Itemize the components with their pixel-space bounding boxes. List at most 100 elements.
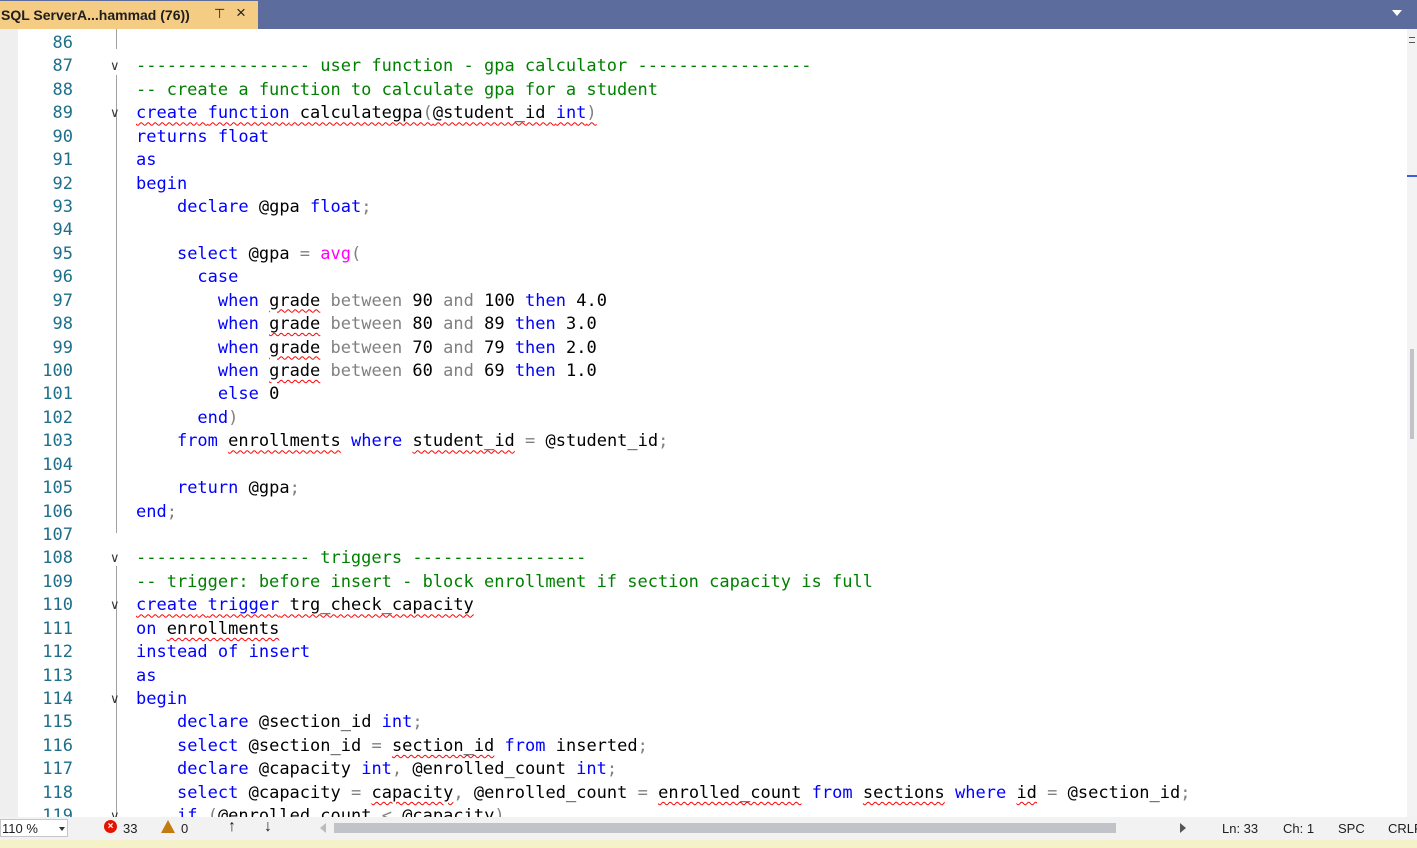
code-token: =: [1047, 782, 1058, 803]
warning-count[interactable]: 0: [181, 821, 188, 836]
pin-icon[interactable]: ⊤: [214, 6, 225, 22]
code-line[interactable]: 118 select @capacity = capacity, @enroll…: [0, 782, 1407, 805]
code-line[interactable]: 116 select @section_id = section_id from…: [0, 735, 1407, 758]
code-line[interactable]: 93 declare @gpa float;: [0, 196, 1407, 219]
code-token: else: [217, 384, 259, 405]
code-line[interactable]: 109 -- trigger: before insert - block enr…: [0, 571, 1407, 594]
code-token: between: [330, 290, 403, 311]
code-line[interactable]: 98 when grade between 80 and 89 then 3.0: [0, 313, 1407, 336]
code-token: int: [361, 759, 392, 780]
code-line[interactable]: 92 begin: [0, 173, 1407, 196]
code-line[interactable]: 110 ∨ create trigger trg_check_capacity: [0, 594, 1407, 617]
scroll-thumb[interactable]: [1410, 349, 1414, 439]
code-text: select @capacity = capacity, @enrolled_c…: [136, 782, 1191, 805]
code-line[interactable]: 90 returns float: [0, 126, 1407, 149]
code-token: @student_id: [432, 103, 556, 124]
code-line[interactable]: 117 declare @capacity int, @enrolled_cou…: [0, 758, 1407, 781]
code-line[interactable]: 96 case: [0, 266, 1407, 289]
code-token: of: [217, 642, 239, 663]
code-line[interactable]: 111 on enrollments: [0, 618, 1407, 641]
code-line[interactable]: 99 when grade between 70 and 79 then 2.0: [0, 337, 1407, 360]
code-line[interactable]: 104: [0, 454, 1407, 477]
code-line[interactable]: 103 from enrollments where student_id = …: [0, 430, 1407, 453]
line-number: 98: [52, 314, 73, 335]
arrow-up-icon[interactable]: ↑: [228, 818, 236, 836]
code-line[interactable]: 115 declare @section_id int;: [0, 711, 1407, 734]
line-number: 94: [52, 220, 73, 241]
code-text: when grade between 90 and 100 then 4.0: [136, 290, 607, 313]
line-number: 104: [42, 454, 73, 475]
code-token: -- trigger: before insert - block enroll…: [136, 571, 873, 592]
fold-toggle-icon[interactable]: ∨: [110, 102, 122, 125]
code-text: declare @capacity int, @enrolled_count i…: [136, 758, 617, 781]
horizontal-scrollbar[interactable]: [320, 823, 1195, 833]
code-token: (: [207, 806, 218, 817]
code-token: when: [217, 314, 259, 335]
code-line[interactable]: 114 ∨ begin: [0, 688, 1407, 711]
fold-toggle-icon[interactable]: ∨: [110, 688, 122, 711]
code-line[interactable]: 105 return @gpa;: [0, 477, 1407, 500]
horizontal-scroll-thumb[interactable]: [334, 823, 1116, 833]
code-token: trg_check_capacity: [279, 595, 474, 616]
code-token: @enrolled_count: [463, 782, 638, 803]
tab-list-dropdown-icon[interactable]: [1392, 10, 1402, 16]
scroll-left-icon[interactable]: [320, 823, 326, 833]
error-count[interactable]: 33: [123, 821, 137, 836]
code-line[interactable]: 102 end): [0, 407, 1407, 430]
fold-toggle-icon[interactable]: ∨: [110, 547, 122, 570]
vertical-scrollbar[interactable]: [1407, 29, 1417, 817]
document-tab[interactable]: SQL ServerA...hammad (76)) ⊤ ×: [0, 1, 258, 29]
code-line[interactable]: 113 as: [0, 665, 1407, 688]
code-line[interactable]: 87 ∨ ----------------- user function - gpa…: [0, 55, 1407, 78]
code-text: create trigger trg_check_capacity: [136, 594, 474, 617]
code-token: =: [637, 782, 648, 803]
code-line[interactable]: 119 ∨ if (@enrolled_count < @capacity): [0, 805, 1407, 817]
code-line[interactable]: 101 else 0: [0, 383, 1407, 406]
code-line[interactable]: 89 ∨ create function calculategpa(@student…: [0, 102, 1407, 125]
splitter-icon[interactable]: [1409, 37, 1415, 43]
line-number: 99: [52, 337, 73, 358]
whitespace-mode[interactable]: SPC: [1338, 821, 1365, 836]
scroll-right-icon[interactable]: [1180, 823, 1186, 833]
code-token: float: [217, 126, 270, 147]
code-line[interactable]: 94: [0, 219, 1407, 242]
code-line[interactable]: 108 ∨ ----------------- triggers ---------…: [0, 547, 1407, 570]
warning-icon[interactable]: [161, 820, 175, 833]
line-number: 113: [42, 665, 73, 686]
code-line[interactable]: 86: [0, 32, 1407, 55]
fold-toggle-icon[interactable]: ∨: [110, 594, 122, 617]
code-text: returns float: [136, 126, 269, 149]
code-token: between: [330, 337, 403, 358]
code-token: calculategpa: [289, 103, 423, 124]
code-line[interactable]: 107: [0, 524, 1407, 547]
code-token: then: [525, 290, 566, 311]
line-ending-mode[interactable]: CRLF: [1388, 821, 1417, 836]
zoom-dropdown[interactable]: 110 %: [0, 819, 68, 837]
code-line[interactable]: 100 when grade between 60 and 69 then 1.…: [0, 360, 1407, 383]
close-icon[interactable]: ×: [236, 3, 246, 23]
code-token: begin: [136, 689, 188, 710]
error-icon[interactable]: ×: [104, 820, 117, 833]
code-line[interactable]: 88 -- create a function to calculate gpa …: [0, 79, 1407, 102]
code-line[interactable]: 106 end;: [0, 501, 1407, 524]
code-token: end: [136, 501, 167, 522]
code-text: when grade between 80 and 89 then 3.0: [136, 313, 597, 336]
code-token: 3.0: [555, 314, 597, 335]
code-line[interactable]: 112 instead of insert: [0, 641, 1407, 664]
fold-toggle-icon[interactable]: ∨: [110, 55, 122, 78]
code-line[interactable]: 95 select @gpa = avg(: [0, 243, 1407, 266]
fold-toggle-icon[interactable]: ∨: [110, 805, 122, 817]
code-editor[interactable]: 86 87 ∨ ----------------- user function - g…: [0, 29, 1407, 817]
arrow-down-icon[interactable]: ↓: [264, 818, 272, 836]
code-line[interactable]: 91 as: [0, 149, 1407, 172]
code-line[interactable]: 97 when grade between 90 and 100 then 4.…: [0, 290, 1407, 313]
